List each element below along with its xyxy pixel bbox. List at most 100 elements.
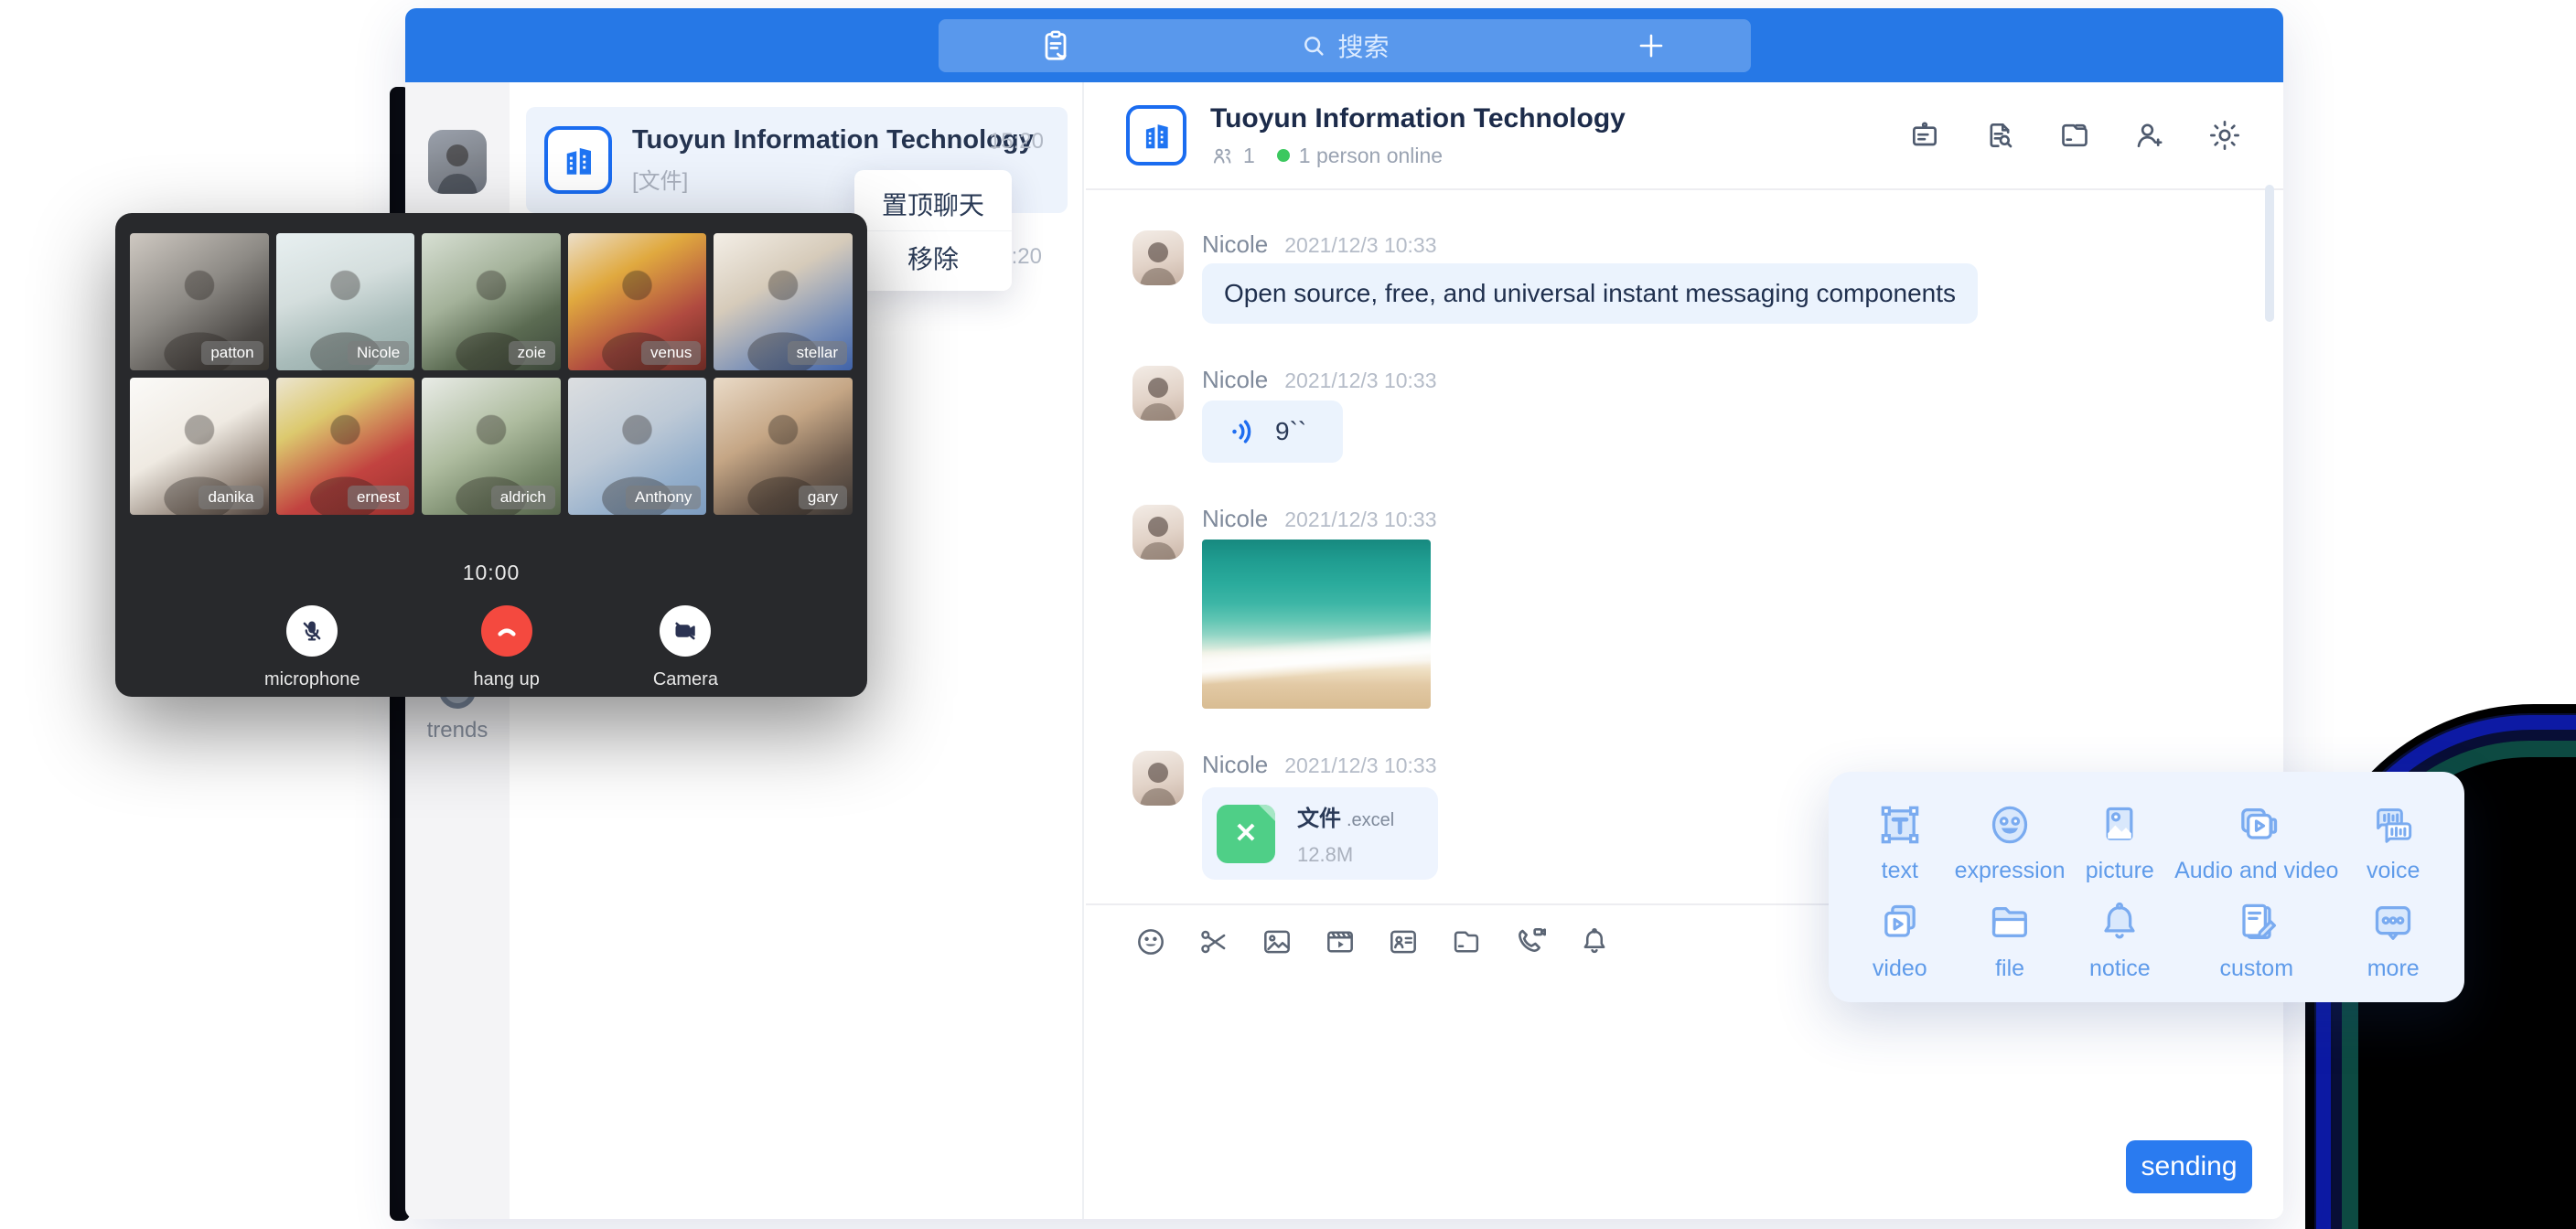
voice-duration: 9`` — [1275, 417, 1306, 446]
voice-message-bubble[interactable]: 9`` — [1202, 401, 1343, 463]
group-avatar-icon — [1126, 105, 1186, 166]
camera-label: Camera — [653, 669, 718, 690]
menu-item-pin-chat[interactable]: 置顶聊天 — [854, 177, 1012, 230]
add-icon[interactable] — [1634, 28, 1669, 63]
participant-tile: danika — [130, 378, 269, 515]
file-message-card[interactable]: ✕ 文件.excel 12.8M — [1202, 787, 1438, 880]
contact-card-icon[interactable] — [1386, 924, 1421, 959]
noticeboard-icon[interactable] — [1906, 117, 1943, 154]
camera-button[interactable]: Camera — [653, 605, 718, 690]
panel-item-label: more — [2367, 956, 2420, 982]
notification-icon[interactable] — [1577, 924, 1612, 959]
online-status: 1 person online — [1299, 144, 1443, 168]
send-button[interactable]: sending — [2126, 1140, 2252, 1193]
panel-item-audio-video[interactable]: Audio and video — [2174, 796, 2338, 888]
file-size: 12.8M — [1297, 843, 1394, 867]
panel-item-picture[interactable]: picture — [2066, 796, 2175, 888]
settings-icon[interactable] — [2206, 117, 2243, 154]
call-log-icon[interactable] — [1037, 27, 1074, 64]
message-time: 2021/12/3 10:33 — [1284, 753, 1436, 778]
search-bar[interactable]: 搜索 — [939, 19, 1751, 72]
image-message-beach[interactable] — [1202, 540, 1431, 709]
panel-item-label: file — [1995, 956, 2024, 982]
panel-item-expression[interactable]: expression — [1955, 796, 2066, 888]
panel-item-custom[interactable]: custom — [2174, 893, 2338, 986]
video-call-overlay: patton Nicole zoie venus stellar danika … — [115, 213, 867, 697]
picture-icon[interactable] — [1260, 924, 1294, 959]
microphone-label: microphone — [264, 669, 360, 690]
participant-tile: venus — [568, 233, 707, 370]
chat-header: Tuoyun Information Technology 1 1 person… — [1086, 82, 2283, 190]
panel-item-text[interactable]: text — [1845, 796, 1955, 888]
panel-item-notice[interactable]: notice — [2066, 893, 2175, 986]
sender-avatar[interactable] — [1132, 230, 1184, 285]
conversation-context-menu: 置顶聊天 移除 — [854, 170, 1012, 291]
sender-avatar[interactable] — [1132, 505, 1184, 560]
message-bubble[interactable]: Open source, free, and universal instant… — [1202, 263, 1978, 324]
panel-item-label: picture — [2086, 858, 2154, 884]
participant-name: aldrich — [491, 486, 555, 509]
add-member-icon[interactable] — [2131, 117, 2168, 154]
online-dot — [1277, 149, 1290, 162]
participant-tile: aldrich — [422, 378, 561, 515]
panel-item-more[interactable]: more — [2338, 893, 2448, 986]
group-avatar-icon — [544, 126, 612, 194]
participant-tile: gary — [714, 378, 853, 515]
more-icon — [2367, 897, 2419, 948]
picture-icon — [2094, 799, 2145, 850]
call-controls: microphone hang up Camer — [130, 605, 853, 690]
search-field[interactable]: 搜索 — [1299, 27, 1389, 64]
camera-muted-icon — [660, 605, 711, 657]
message-image: Nicole2021/12/3 10:33 — [1132, 505, 2283, 709]
participant-tile: patton — [130, 233, 269, 370]
video-icon[interactable] — [1323, 924, 1358, 959]
trends-label: trends — [427, 718, 488, 743]
sender-avatar[interactable] — [1132, 366, 1184, 421]
panel-item-label: Audio and video — [2174, 858, 2338, 884]
scrollbar-thumb[interactable] — [2265, 185, 2274, 322]
panel-item-voice[interactable]: voice — [2338, 796, 2448, 888]
audio-video-icon — [2231, 799, 2282, 850]
hangup-button[interactable]: hang up — [474, 605, 540, 690]
screenshot-icon[interactable] — [1197, 924, 1231, 959]
message-time: 2021/12/3 10:33 — [1284, 233, 1436, 258]
menu-item-remove[interactable]: 移除 — [854, 230, 1012, 283]
video-icon — [1874, 897, 1926, 948]
member-count: 1 — [1243, 144, 1255, 168]
call-timer: 10:00 — [130, 561, 853, 585]
file-name: 文件 — [1297, 807, 1341, 831]
file-icon[interactable] — [1449, 924, 1484, 959]
chat-title: Tuoyun Information Technology — [1210, 103, 1626, 134]
participant-name: Nicole — [348, 341, 409, 365]
participant-name: venus — [641, 341, 701, 365]
document-search-icon[interactable] — [1981, 117, 2018, 154]
members-icon — [1210, 144, 1234, 167]
hangup-label: hang up — [474, 669, 540, 690]
participant-name: danika — [199, 486, 263, 509]
panel-item-label: custom — [2219, 956, 2293, 982]
message-time: 2021/12/3 10:33 — [1284, 508, 1436, 532]
participant-tile: zoie — [422, 233, 561, 370]
search-placeholder: 搜索 — [1337, 27, 1389, 64]
user-avatar[interactable] — [428, 130, 487, 194]
microphone-button[interactable]: microphone — [264, 605, 360, 690]
panel-item-video[interactable]: video — [1845, 893, 1955, 986]
panel-item-file[interactable]: file — [1955, 893, 2066, 986]
voice-icon — [2367, 799, 2419, 850]
participant-tile: stellar — [714, 233, 853, 370]
panel-item-label: text — [1882, 858, 1918, 884]
notice-icon — [2094, 897, 2145, 948]
microphone-muted-icon — [286, 605, 338, 657]
message-input-area[interactable]: sending — [1086, 978, 2283, 1219]
participant-name: stellar — [788, 341, 847, 365]
participant-tile: Anthony — [568, 378, 707, 515]
panel-item-label: notice — [2089, 956, 2151, 982]
participant-name: zoie — [509, 341, 555, 365]
search-icon — [1299, 31, 1328, 60]
sender-avatar[interactable] — [1132, 751, 1184, 806]
message-voice: Nicole2021/12/3 10:33 9`` — [1132, 366, 2283, 463]
emoji-icon[interactable] — [1133, 924, 1168, 959]
folder-icon[interactable] — [2056, 117, 2093, 154]
video-call-icon[interactable] — [1512, 924, 1549, 960]
page: 搜索 trends — [0, 0, 2576, 1229]
